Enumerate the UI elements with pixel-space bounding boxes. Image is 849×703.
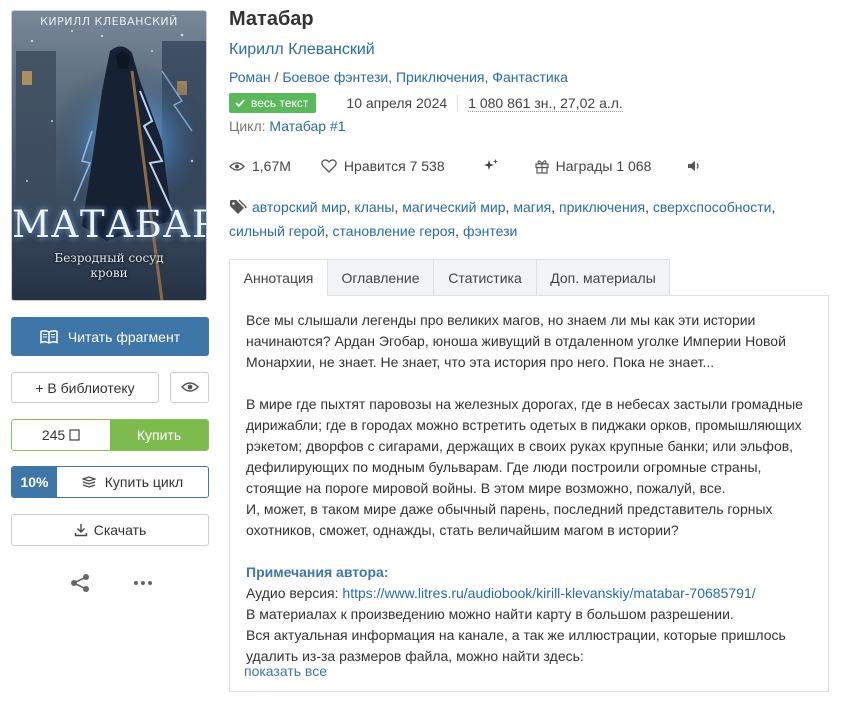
tabs: Аннотация Оглавление Статистика Доп. мат… (229, 259, 670, 296)
genre-link[interactable]: Роман (229, 69, 271, 85)
buy-cycle-button[interactable]: Купить цикл (57, 467, 208, 497)
cover-author: КИРИЛЛ КЛЕВАНСКИЙ (40, 15, 178, 28)
awards-label: Награды (555, 158, 613, 174)
genre-link[interactable]: Боевое фэнтези (282, 69, 388, 85)
awards-count: 1 068 (616, 158, 652, 174)
tag-icon (229, 199, 247, 221)
share-row (69, 572, 153, 594)
genre-link[interactable]: Приключения (396, 69, 485, 85)
tag-link[interactable]: сверхспособности (653, 199, 772, 215)
annotation-paragraph: В мире где пыхтят паровозы на железных д… (246, 396, 803, 496)
tag-link[interactable]: авторский мир (252, 199, 347, 215)
stats-row: 1,67M Нравится 7 538 Награды 1 068 (229, 155, 701, 177)
status-badge-label: весь текст (251, 96, 309, 110)
genres: Роман / Боевое фэнтези, Приключения, Фан… (229, 69, 568, 85)
author-notes-title: Примечания автора: (246, 564, 389, 580)
tag-link[interactable]: кланы (354, 199, 394, 215)
left-column: КИРИЛЛ КЛЕВАНСКИЙ МАТАБАР Безродный сосу… (11, 10, 209, 592)
eye-icon (229, 161, 245, 172)
eye-icon (180, 380, 199, 396)
meta-row: весь текст 10 апреля 2024 1 080 861 зн.,… (229, 92, 623, 114)
likes-label: Нравится (343, 158, 406, 174)
tag-link[interactable]: сильный герой (229, 223, 325, 239)
tag-link[interactable]: приключения (559, 199, 645, 215)
book-cover[interactable]: КИРИЛЛ КЛЕВАНСКИЙ МАТАБАР Безродный сосу… (11, 10, 207, 301)
cycle-info: Цикл: Матабар #1 (229, 118, 346, 134)
tab-statistics[interactable]: Статистика (433, 259, 537, 296)
annotation-text: Все мы слышали легенды про великих магов… (246, 310, 806, 667)
likes-count: 7 538 (409, 158, 445, 174)
tab-annotation[interactable]: Аннотация (229, 259, 328, 296)
sparkles-stat[interactable] (483, 158, 499, 174)
speaker-icon (687, 160, 701, 172)
annotation-paragraph: И, может, в таком мире даже обычный паре… (246, 501, 773, 538)
cycle-discount: 10% (12, 467, 57, 497)
views-count: 1,67M (252, 158, 291, 174)
author-note: В материалах к произведению можно найти … (246, 606, 734, 622)
cycle-label: Цикл: (229, 118, 266, 134)
download-icon (74, 523, 88, 537)
read-fragment-button[interactable]: Читать фрагмент (11, 317, 209, 356)
buy-button[interactable]: Купить (110, 420, 208, 450)
publish-date: 10 апреля 2024 (346, 95, 448, 111)
buy-cycle-label: Купить цикл (104, 474, 184, 490)
divider (457, 95, 459, 111)
audio-label: Аудио версия: (246, 585, 339, 601)
sparkles-icon (483, 158, 499, 174)
buy-label: Купить (136, 427, 182, 443)
add-to-library-button[interactable]: + В библиотеку (11, 372, 159, 403)
price-value: 245 (41, 427, 66, 443)
price: 245 (12, 420, 110, 450)
tag-link[interactable]: фэнтези (463, 223, 517, 239)
genre-link[interactable]: Фантастика (492, 69, 568, 85)
audio-version: Аудио версия: https://www.litres.ru/audi… (246, 583, 806, 604)
tab-contents[interactable]: Оглавление (327, 259, 434, 296)
audio-link[interactable]: https://www.litres.ru/audiobook/kirill-k… (342, 585, 755, 601)
book-title: Матабар (229, 8, 314, 30)
cover-subtitle: Безродный сосуд крови (54, 251, 164, 280)
tag-link[interactable]: становление героя (333, 223, 456, 239)
book-size[interactable]: 1 080 861 зн., 27,02 а.л. (468, 95, 623, 112)
gift-icon (535, 159, 549, 174)
annotation-panel: Все мы слышали легенды про великих магов… (229, 295, 829, 692)
ruble-icon (69, 429, 80, 441)
add-to-library-label: + В библиотеку (35, 379, 135, 396)
author-link[interactable]: Кирилл Клеванский (229, 41, 375, 59)
tab-extra-materials[interactable]: Доп. материалы (536, 259, 670, 296)
open-book-icon (40, 329, 58, 344)
books-stack-icon (81, 476, 96, 488)
cover-title: МАТАБАР (12, 203, 207, 246)
cycle-link[interactable]: Матабар #1 (269, 118, 345, 134)
status-badge: весь текст (229, 93, 317, 113)
watch-button[interactable] (170, 372, 209, 403)
audio-stat[interactable] (687, 160, 701, 172)
tag-link[interactable]: магический мир (402, 199, 505, 215)
annotation-paragraph: Все мы слышали легенды про великих магов… (246, 312, 786, 370)
heart-icon (321, 159, 337, 173)
awards-stat[interactable]: Награды 1 068 (535, 158, 652, 174)
views-stat: 1,67M (229, 158, 291, 174)
buy-cycle-row[interactable]: 10% Купить цикл (11, 466, 209, 498)
share-icon[interactable] (69, 573, 91, 593)
check-icon (235, 99, 245, 107)
show-all-link[interactable]: показать все (244, 663, 327, 679)
download-label: Скачать (93, 522, 147, 538)
download-button[interactable]: Скачать (11, 514, 209, 546)
more-options-icon[interactable] (133, 580, 153, 586)
author-note: Вся актуальная информация на канале, а т… (246, 627, 786, 664)
tag-link[interactable]: магия (513, 199, 551, 215)
tags: авторский мир, кланы, магический мир, ма… (229, 199, 776, 239)
likes-stat[interactable]: Нравится 7 538 (321, 158, 445, 174)
read-fragment-label: Читать фрагмент (67, 328, 181, 345)
buy-row: 245 Купить (11, 419, 209, 451)
